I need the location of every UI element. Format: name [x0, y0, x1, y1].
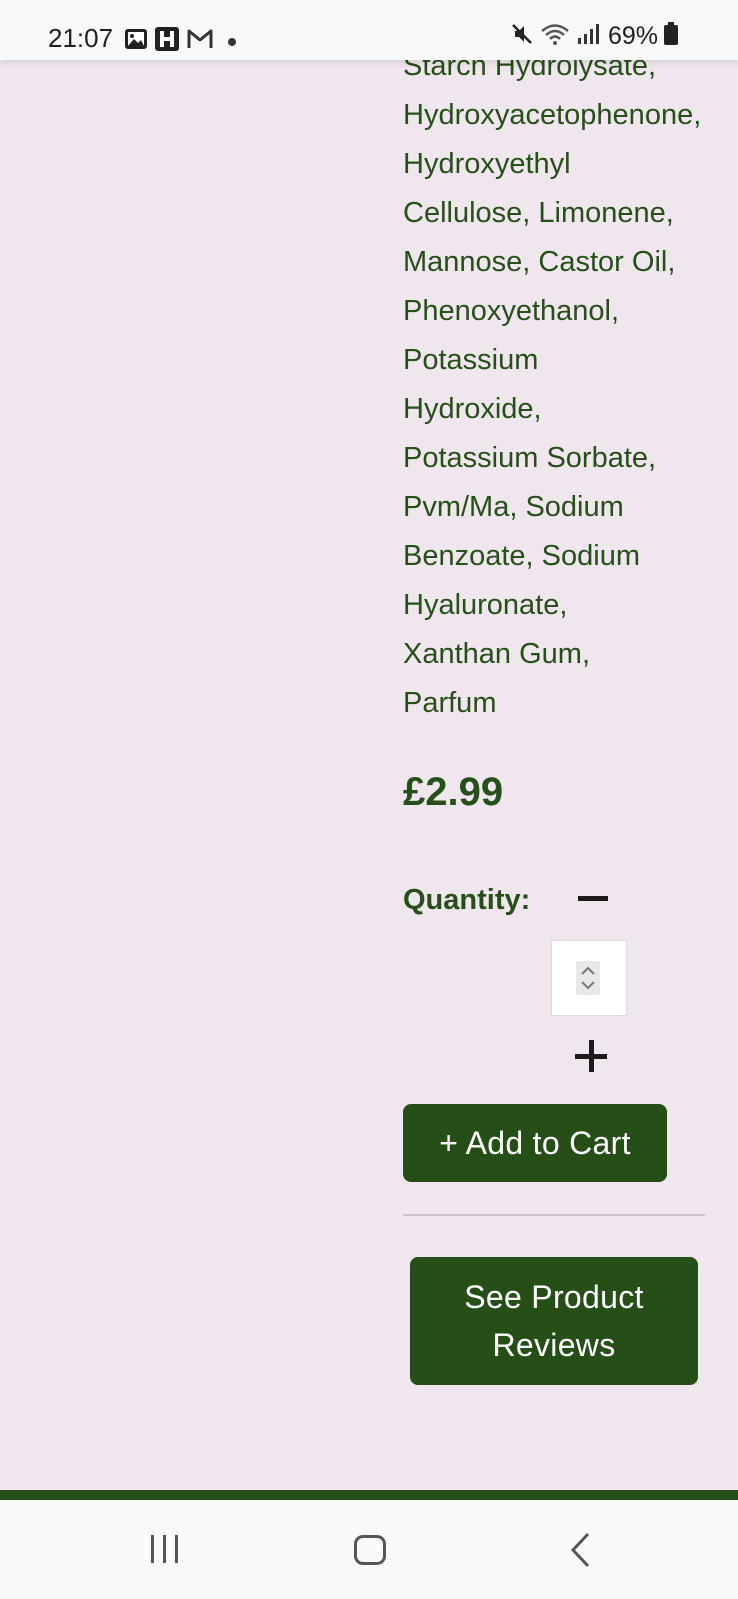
quantity-decrease-button[interactable] [578, 896, 608, 901]
ingredients-list: Starch Hydrolysate, Hydroxyacetophenone,… [403, 50, 702, 719]
divider [403, 1214, 705, 1216]
gallery-icon [124, 28, 148, 55]
notification-dot [228, 37, 236, 46]
add-to-cart-button[interactable]: + Add to Cart [403, 1104, 667, 1182]
home-icon[interactable] [354, 1535, 386, 1565]
see-product-reviews-button[interactable]: See Product Reviews [410, 1257, 698, 1385]
quantity-label: Quantity: [403, 884, 531, 916]
battery-icon [664, 22, 678, 51]
status-time: 21:07 [48, 23, 114, 53]
signal-icon [576, 22, 602, 51]
product-price: £2.99 [403, 770, 504, 814]
mute-icon [510, 22, 534, 51]
recents-icon[interactable] [148, 1533, 182, 1570]
wifi-icon [540, 22, 570, 51]
h-app-icon [154, 26, 180, 57]
quantity-spinner-icon[interactable] [576, 961, 600, 995]
status-system-icons: 69% [510, 22, 678, 51]
gmail-icon [186, 28, 214, 55]
quantity-increase-button[interactable] [575, 1040, 607, 1072]
screen: 21:07 69% Starch Hydrolysate, Hydroxyace… [0, 0, 738, 1599]
status-bar: 21:07 69% [0, 0, 738, 60]
status-notification-icons [124, 26, 236, 57]
battery-percentage: 69% [607, 22, 658, 50]
quantity-input[interactable] [551, 940, 627, 1016]
back-icon[interactable] [568, 1532, 592, 1573]
navigation-bar [0, 1500, 738, 1599]
footer-bar [0, 1490, 738, 1500]
